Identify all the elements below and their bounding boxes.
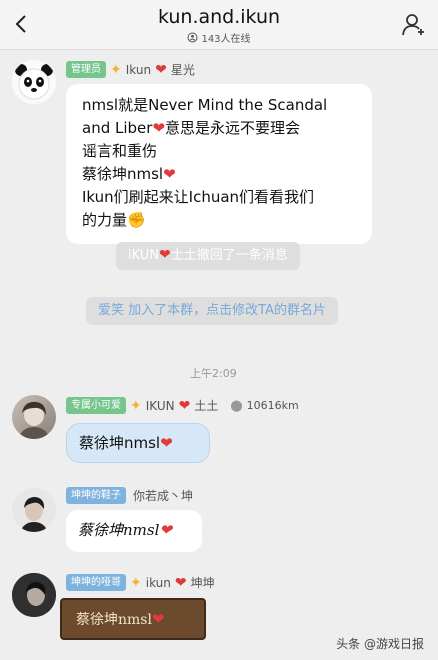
sender-name-suffix: 星光 [170, 63, 195, 77]
sender-name-suffix: 坤坤 [190, 576, 215, 590]
panda-avatar-icon [12, 60, 56, 104]
sender-info: 坤坤的哑哥 ✦ ikun ❤ 坤坤 [66, 574, 215, 591]
heart-icon: ❤ [151, 610, 165, 628]
sender-info: 专属小可爱 ✦ IKUN ❤ 土土 ⬤ 10616km [66, 397, 299, 414]
message-line: and Liber❤意思是永远不要理会 [82, 119, 301, 137]
avatar[interactable] [12, 395, 56, 439]
message-bubble[interactable]: nmsl就是Never Mind the Scandal and Liber❤意… [66, 84, 372, 244]
sender-info: 坤坤的鞋子 你若成丶坤 [66, 487, 193, 504]
sender-info: 管理员 ✦ Ikun ❤ 星光 [66, 61, 195, 78]
heart-icon: ❤ [174, 574, 187, 591]
user-avatar-icon [18, 401, 50, 439]
star-icon: ✦ [110, 61, 122, 78]
user-avatar-icon [12, 488, 56, 532]
profile-icon [402, 14, 424, 36]
sender-name: IKUN [145, 398, 175, 413]
join-notice[interactable]: 爱笑 加入了本群，点击修改TA的群名片 [86, 297, 338, 325]
heart-icon: ❤ [178, 397, 191, 414]
message-line: nmsl就是Never Mind the Scandal [82, 96, 328, 114]
sender-name: Ikun [125, 62, 152, 77]
distance-label: 10616km [246, 399, 299, 412]
online-count: 143人在线 [0, 30, 438, 45]
heart-icon: ❤ [155, 61, 167, 78]
title-badge: 管理员 [66, 61, 106, 78]
title-badge: 专属小可爱 [66, 397, 126, 414]
message-bubble[interactable]: 蔡徐坤nmsl❤ [66, 510, 202, 552]
message-bubble[interactable]: 蔡徐坤nmsl❤ [66, 423, 210, 463]
chat-header: kun.and.ikun 143人在线 [0, 0, 438, 50]
sender-name: 你若成丶坤 [133, 489, 194, 503]
star-icon: ✦ [130, 574, 142, 591]
recall-notice: iKUN❤土土撤回了一条消息 [116, 242, 300, 270]
avatar[interactable] [12, 60, 56, 104]
message-line: 的力量✊ [82, 211, 146, 229]
avatar[interactable] [12, 488, 56, 532]
joined-member-name[interactable]: 爱笑 [98, 303, 124, 318]
join-notice-text[interactable]: 加入了本群，点击修改TA的群名片 [128, 303, 326, 318]
heart-icon: ❤ [163, 165, 176, 183]
message-line: Ikun们刷起来让Ichuan们看看我们 [82, 188, 315, 206]
sender-name: ikun [145, 575, 171, 590]
group-profile-button[interactable] [398, 10, 428, 40]
fist-emoji-icon: ✊ [127, 211, 146, 229]
user-avatar-icon [12, 573, 56, 617]
heart-icon: ❤ [159, 521, 172, 539]
sender-name-suffix: 土土 [194, 399, 219, 413]
title-badge: 坤坤的哑哥 [66, 574, 126, 591]
chat-title: kun.and.ikun [157, 6, 281, 28]
avatar[interactable] [12, 573, 56, 617]
star-icon: ✦ [130, 397, 142, 414]
message-line: 蔡徐坤nmsl❤ [82, 165, 176, 183]
heart-icon: ❤ [152, 119, 166, 137]
title-badge: 坤坤的鞋子 [66, 487, 126, 504]
timestamp: 上午2:09 [190, 367, 237, 380]
message-bubble[interactable]: 蔡徐坤nmsl❤ [60, 598, 206, 640]
heart-icon: ❤ [159, 247, 171, 263]
watermark: 头条 @游戏日报 [336, 637, 424, 651]
heart-icon: ❤ [160, 434, 173, 452]
people-icon [187, 32, 198, 43]
message-line: 谣言和重伤 [82, 142, 158, 160]
location-icon: ⬤ [230, 399, 243, 412]
online-count-label: 143人在线 [201, 34, 251, 45]
